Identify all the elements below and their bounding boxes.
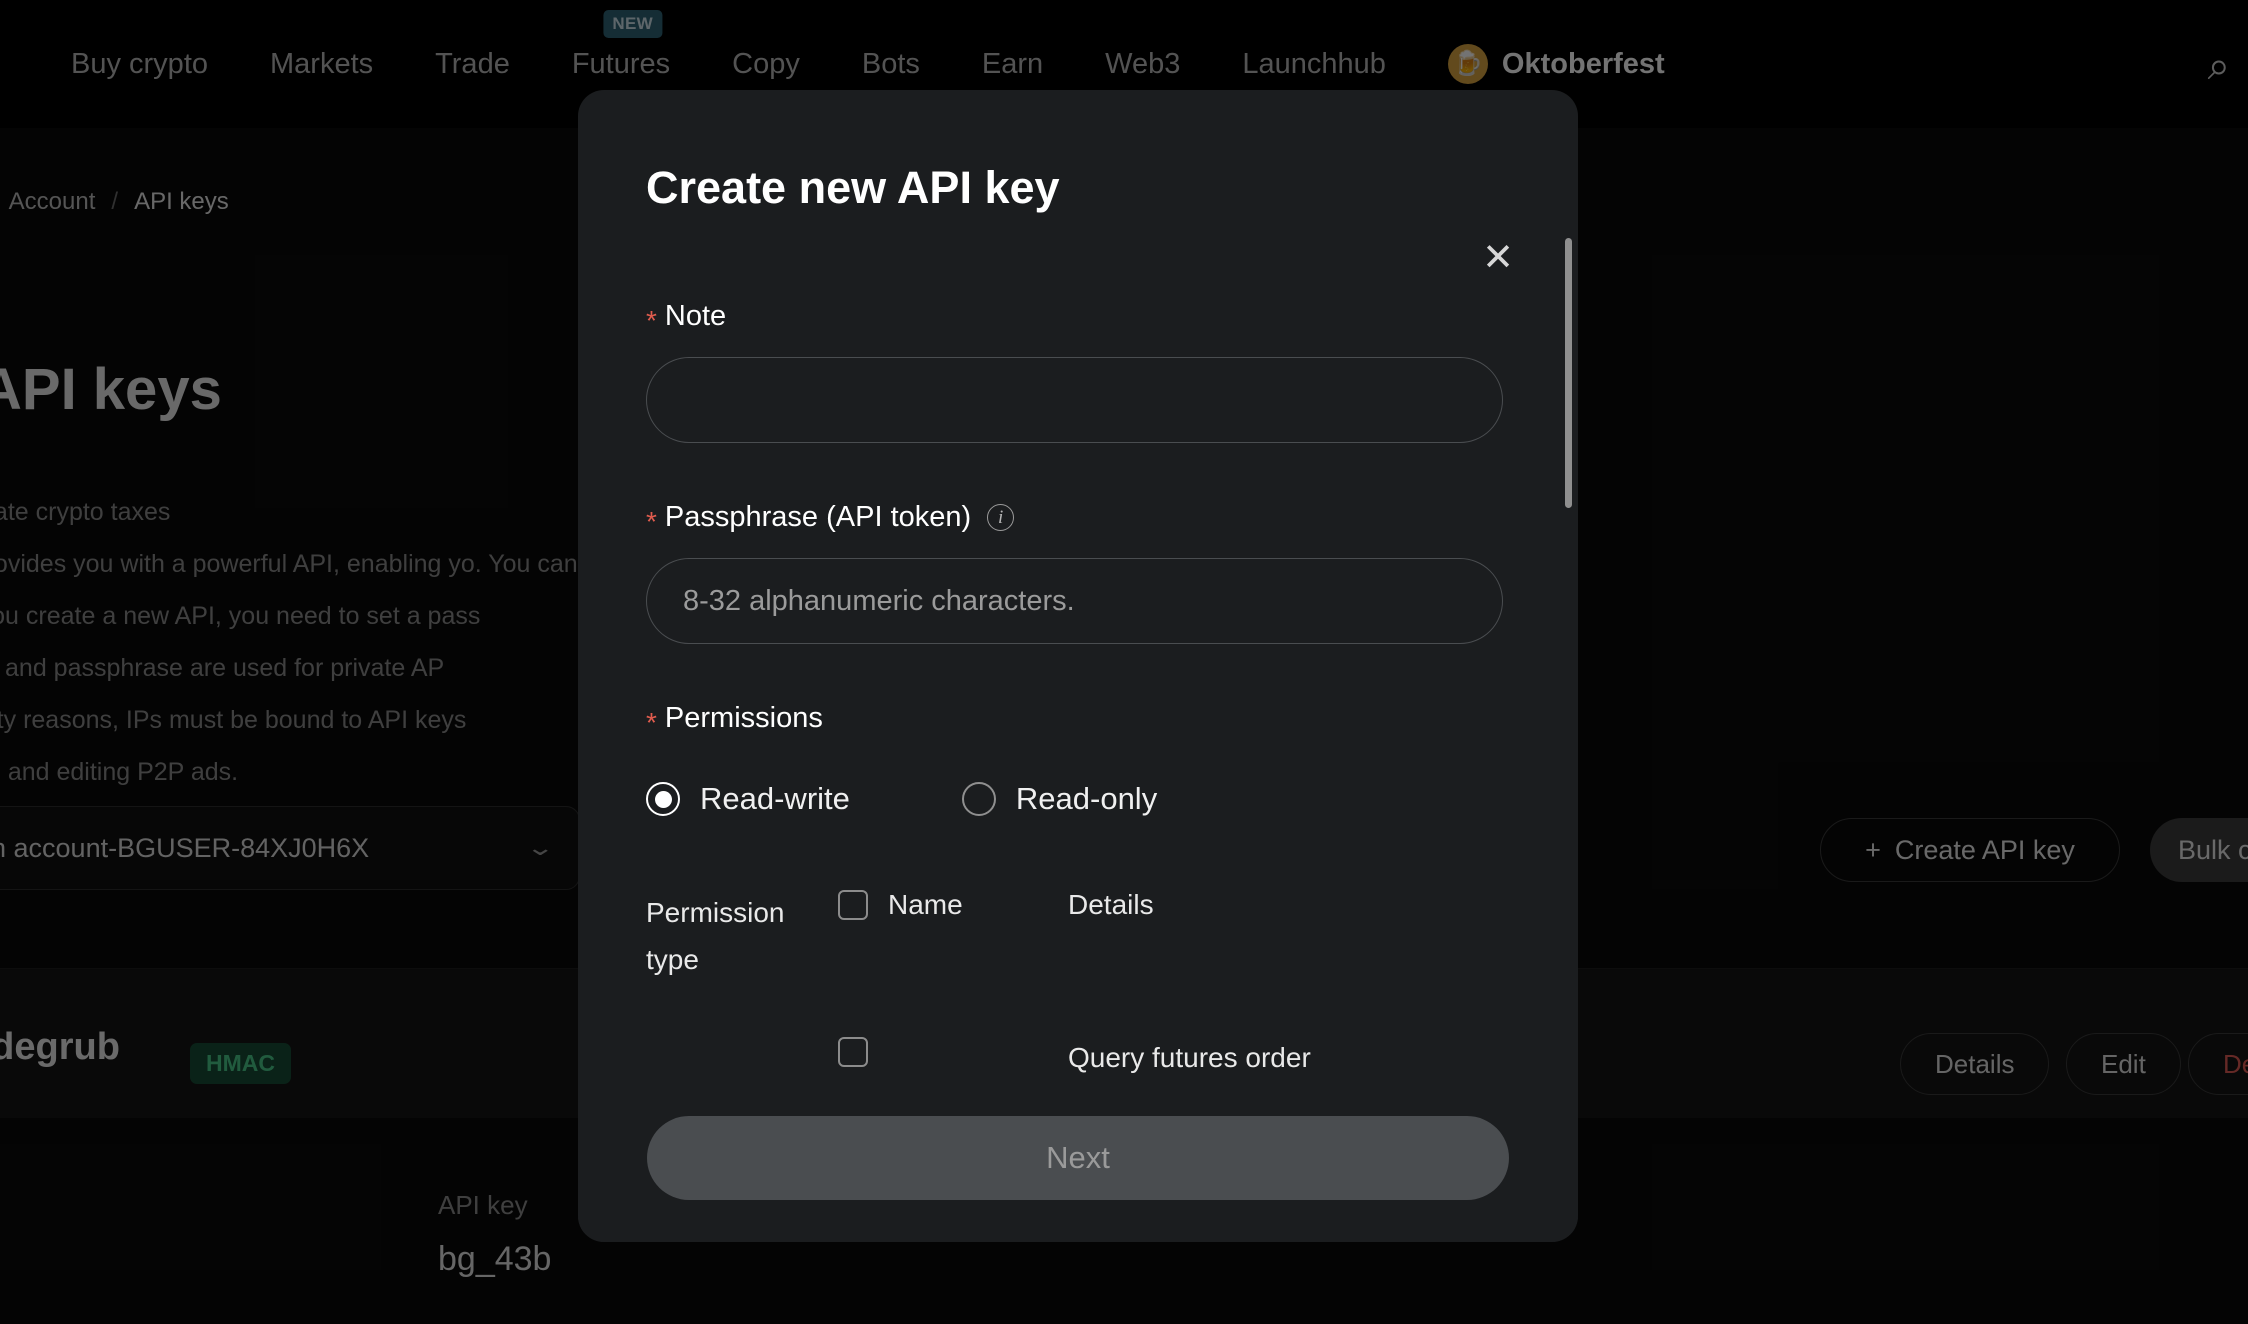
row-checkbox[interactable]	[838, 1037, 868, 1067]
modal-body: * Note * Passphrase (API token) i * Perm…	[578, 300, 1578, 1160]
row-details: Query futures order	[1068, 1042, 1311, 1073]
info-circle-icon[interactable]: i	[987, 504, 1015, 531]
required-mark: *	[646, 304, 657, 336]
permissions-radio-group: Read-write Read-only	[646, 781, 1510, 817]
modal-title: Create new API key	[646, 162, 1060, 213]
radio-selected-icon	[646, 782, 680, 816]
next-button[interactable]: Next	[647, 1116, 1509, 1200]
note-input[interactable]	[646, 357, 1503, 443]
permissions-label: * Permissions	[646, 702, 1510, 738]
header-permission-type: Permission type	[646, 897, 785, 975]
note-label: * Note	[646, 300, 1510, 336]
header-details: Details	[1068, 889, 1154, 920]
close-icon[interactable]: ✕	[1476, 238, 1520, 282]
passphrase-label-text: Passphrase (API token)	[664, 501, 972, 533]
permissions-label-text: Permissions	[664, 702, 823, 734]
row-name-cell	[838, 1037, 1068, 1067]
passphrase-label: * Passphrase (API token) i	[646, 501, 1510, 537]
table-row: Query futures order	[646, 1037, 1506, 1079]
radio-read-write[interactable]: Read-write	[646, 781, 850, 817]
radio-read-only[interactable]: Read-only	[961, 781, 1158, 817]
header-name: Name	[888, 889, 963, 920]
radio-read-write-label: Read-write	[700, 781, 850, 816]
radio-read-only-label: Read-only	[1015, 781, 1158, 816]
passphrase-input[interactable]	[646, 558, 1503, 644]
required-mark: *	[646, 706, 657, 738]
note-label-text: Note	[664, 300, 727, 332]
permissions-table: Permission type Name Details Query futur…	[646, 889, 1506, 1079]
required-mark: *	[646, 505, 657, 537]
permissions-table-header: Permission type Name Details	[646, 889, 1506, 983]
create-api-key-modal: Create new API key ✕ * Note * Passphrase…	[578, 90, 1578, 1242]
modal-footer: Next	[578, 1074, 1578, 1242]
radio-unselected-icon	[961, 782, 996, 816]
header-name-cell: Name	[838, 889, 1068, 921]
app-root: Buy crypto Markets Trade NEW Futures Cop…	[0, 0, 2248, 1324]
select-all-checkbox[interactable]	[838, 890, 868, 920]
